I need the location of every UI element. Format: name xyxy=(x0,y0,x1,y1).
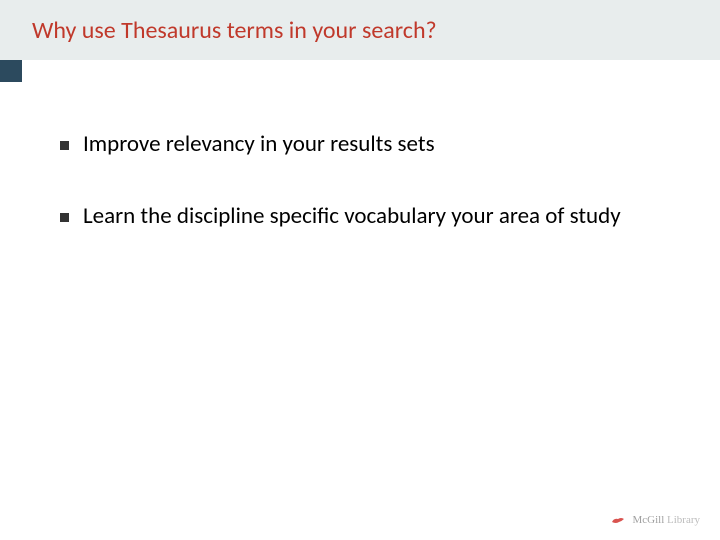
footer-logo: McGill Library xyxy=(610,514,700,526)
bullet-marker-icon xyxy=(60,213,69,222)
list-item: Improve relevancy in your results sets xyxy=(60,130,660,160)
bullet-text: Learn the discipline specific vocabulary… xyxy=(83,202,621,232)
slide-title: Why use Thesaurus terms in your search? xyxy=(32,16,437,45)
logo-text: McGill Library xyxy=(632,514,700,526)
title-bar: Why use Thesaurus terms in your search? xyxy=(0,0,720,60)
accent-block xyxy=(0,60,22,82)
bullet-marker-icon xyxy=(60,141,69,150)
content-area: Improve relevancy in your results sets L… xyxy=(0,60,720,232)
logo-secondary: Library xyxy=(664,514,700,526)
logo-primary: McGill xyxy=(632,514,664,526)
list-item: Learn the discipline specific vocabulary… xyxy=(60,202,660,232)
bird-icon xyxy=(610,514,626,526)
bullet-text: Improve relevancy in your results sets xyxy=(83,130,435,160)
